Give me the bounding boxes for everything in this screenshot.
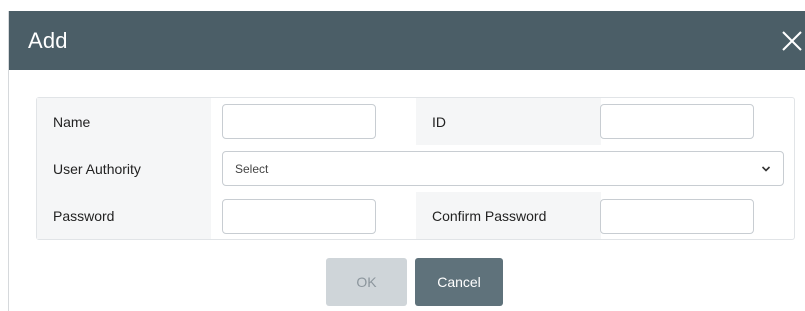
name-input[interactable]: [222, 104, 376, 139]
close-icon: [782, 31, 802, 51]
password-label: Password: [37, 192, 211, 239]
name-label: Name: [37, 98, 211, 145]
password-input[interactable]: [222, 199, 376, 234]
user-authority-selected-value: Select: [235, 161, 269, 176]
ok-button[interactable]: OK: [326, 258, 407, 306]
user-form: Name ID User Authority Select Password C…: [36, 97, 795, 240]
cancel-button[interactable]: Cancel: [415, 258, 503, 306]
add-dialog: Add Name ID User Authority Select Passwo…: [8, 11, 805, 311]
chevron-down-icon: [761, 166, 771, 172]
confirm-password-input[interactable]: [600, 199, 754, 234]
id-input[interactable]: [600, 104, 754, 139]
id-label: ID: [416, 98, 601, 145]
dialog-title: Add: [28, 28, 68, 53]
user-authority-select[interactable]: Select: [222, 151, 784, 186]
confirm-password-label: Confirm Password: [416, 192, 601, 239]
close-button[interactable]: [778, 27, 805, 55]
dialog-header: Add: [9, 11, 805, 70]
user-authority-label: User Authority: [37, 145, 211, 192]
